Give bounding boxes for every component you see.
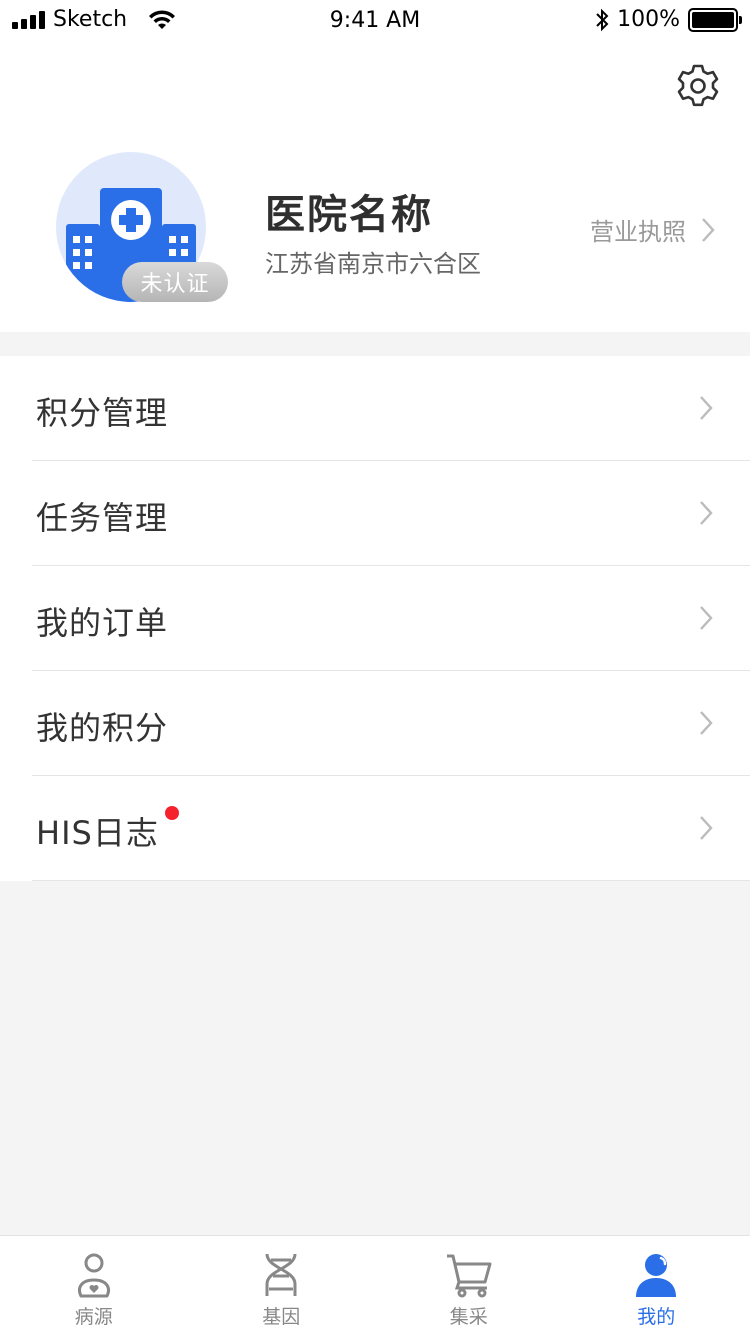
screen: Sketch 9:41 AM 100% 未认证 医院名称 江苏省南京市六合区 营… xyxy=(0,0,750,1334)
hospital-avatar[interactable]: 未认证 xyxy=(56,152,228,304)
hospital-address: 江苏省南京市六合区 xyxy=(265,250,481,278)
menu-item-label: 积分管理 xyxy=(36,394,169,432)
chevron-right-icon xyxy=(702,217,715,242)
tab-label: 基因 xyxy=(262,1306,301,1328)
tab-group-purchase[interactable]: 集采 xyxy=(375,1236,563,1334)
chevron-right-icon xyxy=(700,711,713,735)
menu-item-label: 我的积分 xyxy=(36,709,169,747)
user-icon xyxy=(636,1254,677,1297)
tab-label: 病源 xyxy=(74,1306,113,1328)
chevron-right-icon xyxy=(700,816,713,840)
menu-item-label: HIS日志 xyxy=(36,814,159,852)
tab-patient-source[interactable]: 病源 xyxy=(0,1236,188,1334)
menu-item-his-log[interactable]: HIS日志 xyxy=(0,776,750,881)
menu-item-my-points[interactable]: 我的积分 xyxy=(0,671,750,776)
status-right: 100% xyxy=(595,7,742,32)
business-license-link[interactable]: 营业执照 xyxy=(590,212,716,247)
chevron-right-icon xyxy=(700,606,713,630)
chevron-right-icon xyxy=(700,501,713,525)
chevron-right-icon xyxy=(700,396,713,420)
tab-label: 我的 xyxy=(637,1306,676,1328)
menu-list: 积分管理 任务管理 我的订单 我的积分 HIS日志 xyxy=(0,356,750,881)
menu-item-label-wrap: HIS日志 xyxy=(36,806,179,854)
status-bar: Sketch 9:41 AM 100% xyxy=(0,0,750,44)
tab-mine[interactable]: 我的 xyxy=(563,1236,750,1334)
business-license-label: 营业执照 xyxy=(590,218,686,246)
menu-item-label: 我的订单 xyxy=(36,604,169,642)
tab-gene[interactable]: 基因 xyxy=(188,1236,376,1334)
cart-icon xyxy=(446,1254,492,1298)
battery-percent: 100% xyxy=(617,7,680,32)
profile-card: 未认证 医院名称 江苏省南京市六合区 营业执照 xyxy=(0,44,750,332)
notification-dot xyxy=(164,806,179,820)
menu-item-task-management[interactable]: 任务管理 xyxy=(0,461,750,566)
dna-icon xyxy=(265,1253,297,1296)
tab-label: 集采 xyxy=(449,1306,488,1328)
settings-gear-icon[interactable] xyxy=(674,62,722,110)
patient-icon xyxy=(77,1253,110,1298)
divider xyxy=(32,880,750,881)
tab-bar: 病源 基因 集采 我的 xyxy=(0,1235,750,1334)
menu-item-label: 任务管理 xyxy=(36,499,169,537)
menu-item-points-management[interactable]: 积分管理 xyxy=(0,356,750,461)
unverified-badge: 未认证 xyxy=(122,262,228,302)
battery-icon xyxy=(688,7,742,32)
hospital-name: 医院名称 xyxy=(265,192,433,238)
bluetooth-icon xyxy=(596,8,609,31)
menu-item-my-orders[interactable]: 我的订单 xyxy=(0,566,750,671)
